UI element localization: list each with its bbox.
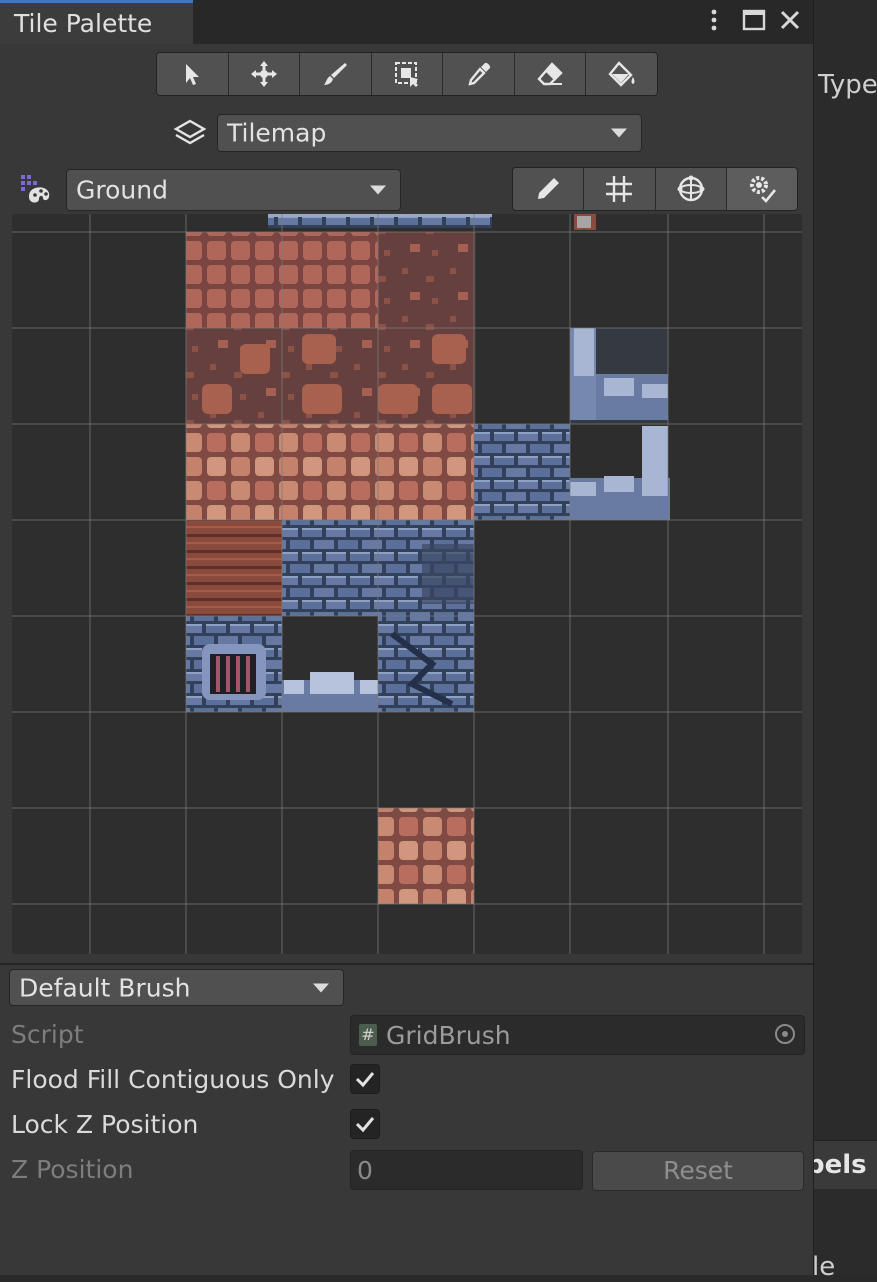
brush-value: Default Brush xyxy=(19,973,191,1002)
maximize-icon[interactable] xyxy=(740,6,768,34)
gizmo-sphere-icon xyxy=(677,175,705,202)
checkmark-icon xyxy=(355,1072,375,1088)
edit-palette-button[interactable] xyxy=(513,168,585,210)
palette-settings-button[interactable] xyxy=(726,168,797,210)
move-tool-button[interactable] xyxy=(228,53,301,95)
flood-fill-label: Flood Fill Contiguous Only xyxy=(11,1065,335,1094)
grid-icon xyxy=(606,176,633,202)
palette-dropdown[interactable]: Ground xyxy=(66,169,401,211)
background-editor-panel xyxy=(813,0,877,1275)
flood-fill-tool-button[interactable] xyxy=(586,53,657,95)
background-labels-text: pels xyxy=(806,1150,867,1180)
window-title: Tile Palette xyxy=(14,9,153,38)
palette-canvas xyxy=(12,214,802,954)
checkmark-icon xyxy=(355,1117,375,1133)
grid-toggle-button[interactable] xyxy=(584,168,656,210)
object-picker-icon[interactable] xyxy=(775,1024,795,1044)
lock-z-label: Lock Z Position xyxy=(11,1110,199,1139)
active-tilemap-dropdown[interactable]: Tilemap xyxy=(217,114,642,152)
z-position-value: 0 xyxy=(357,1156,373,1185)
chevron-down-icon xyxy=(313,983,329,992)
palette-icon xyxy=(17,173,53,211)
tile-palette-tab[interactable]: Tile Palette xyxy=(0,0,193,44)
background-bottom-text: le xyxy=(812,1252,836,1282)
paint-bucket-icon xyxy=(608,61,635,87)
title-bar: Tile Palette xyxy=(0,0,813,44)
more-options-icon[interactable] xyxy=(700,6,728,34)
box-fill-tool-button[interactable] xyxy=(371,53,444,95)
gizmo-toggle-button[interactable] xyxy=(655,168,727,210)
eraser-icon xyxy=(537,62,563,86)
reset-button[interactable]: Reset xyxy=(592,1151,804,1191)
palette-value: Ground xyxy=(76,175,168,205)
z-position-label: Z Position xyxy=(11,1155,134,1184)
script-file-icon: # xyxy=(359,1024,377,1046)
select-tool-button[interactable] xyxy=(157,53,229,95)
settings-gear-icon xyxy=(749,176,776,203)
close-icon[interactable] xyxy=(776,6,804,34)
paint-tool-button[interactable] xyxy=(300,53,372,95)
picker-tool-button[interactable] xyxy=(443,53,515,95)
palette-view-toolbar xyxy=(512,167,798,211)
active-tilemap-value: Tilemap xyxy=(227,118,327,148)
brush-dropdown[interactable]: Default Brush xyxy=(9,969,344,1006)
tool-toolbar xyxy=(156,52,658,96)
box-select-icon xyxy=(395,62,419,87)
erase-tool-button[interactable] xyxy=(514,53,587,95)
z-position-field[interactable]: 0 xyxy=(350,1150,583,1190)
arrow-cursor-icon xyxy=(186,64,200,85)
tile-palette-grid[interactable] xyxy=(12,214,802,954)
script-field[interactable]: # GridBrush xyxy=(350,1015,805,1055)
script-label: Script xyxy=(11,1020,84,1049)
brush-icon xyxy=(324,63,348,85)
tile-palette-window: Tile Palette Tilemap Ground Default Brus… xyxy=(0,0,814,1275)
palette-inspector-divider xyxy=(0,963,813,965)
move-icon xyxy=(250,61,277,87)
script-value: GridBrush xyxy=(386,1021,511,1050)
background-type-label: Type xyxy=(818,70,877,100)
lock-z-checkbox[interactable] xyxy=(350,1109,380,1139)
eyedropper-icon xyxy=(467,62,490,86)
flood-fill-checkbox[interactable] xyxy=(350,1064,380,1094)
chevron-down-icon xyxy=(370,185,386,195)
layers-icon xyxy=(173,118,207,152)
chevron-down-icon xyxy=(611,128,627,138)
pencil-icon xyxy=(538,178,560,199)
